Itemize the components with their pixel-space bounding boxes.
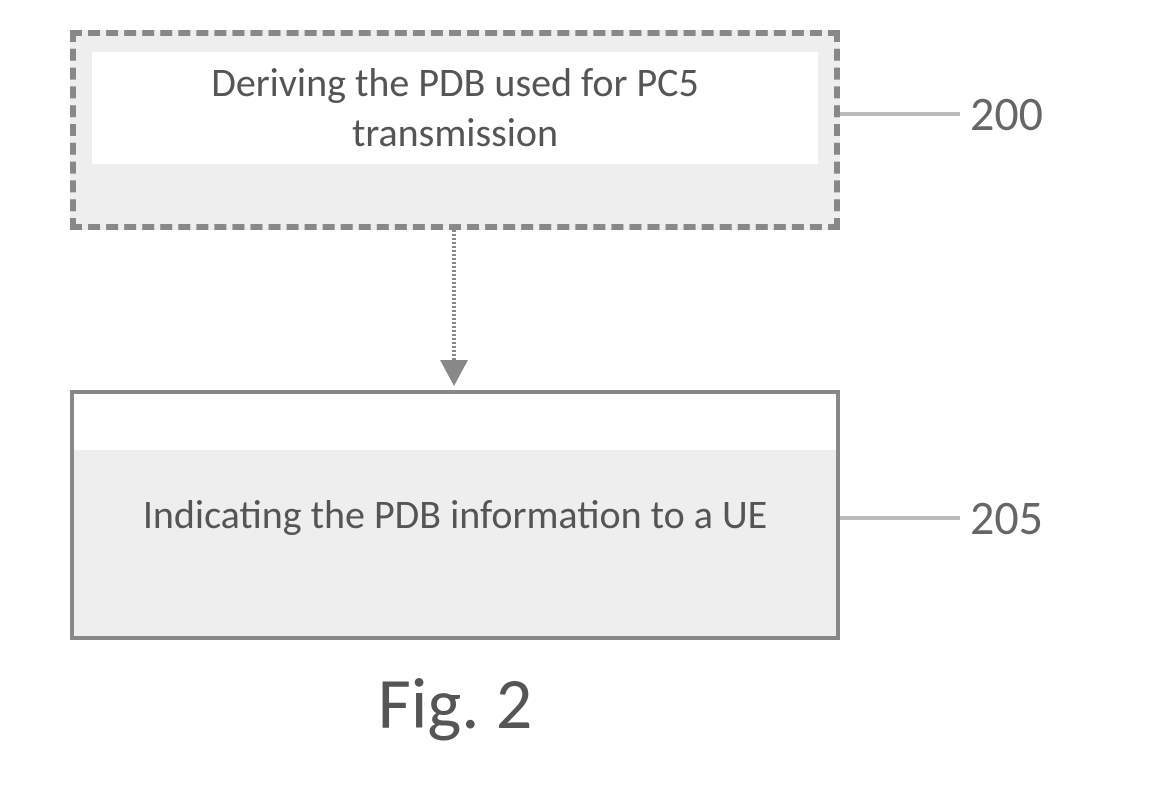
ref-200: 200 [970, 84, 1043, 143]
figure-caption: Fig. 2 [0, 660, 910, 748]
arrow-shaft [452, 230, 456, 370]
arrow-down-icon [440, 360, 468, 386]
step-205-text: Indicating the PDB information to a UE [143, 490, 767, 540]
flowchart-figure: Deriving the PDB used for PC5 transmissi… [0, 0, 1160, 787]
callout-line-205 [840, 516, 960, 520]
step-200-text: Deriving the PDB used for PC5 transmissi… [132, 58, 778, 158]
step-200-box: Deriving the PDB used for PC5 transmissi… [70, 30, 840, 230]
ref-205: 205 [970, 488, 1043, 547]
callout-line-200 [840, 112, 960, 116]
step-205-whitecap [74, 394, 836, 450]
step-200-inner: Deriving the PDB used for PC5 transmissi… [92, 52, 818, 164]
step-205-box: Indicating the PDB information to a UE [70, 390, 840, 640]
